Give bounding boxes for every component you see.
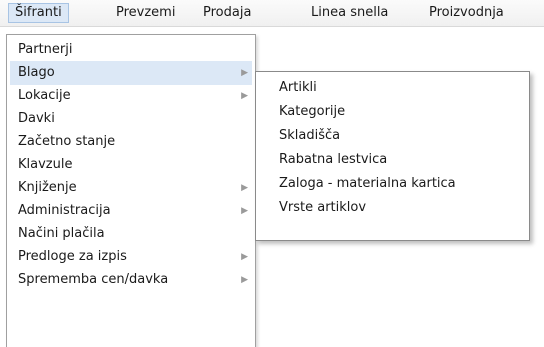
menu-item-nacini-placila[interactable]: Načini plačila xyxy=(10,222,252,246)
menu-prevzemi[interactable]: Prevzemi xyxy=(110,3,181,23)
submenu-item-skladisca[interactable]: Skladišča xyxy=(259,124,526,148)
menu-item-label: Blago xyxy=(18,65,55,80)
menu-item-label: Klavzule xyxy=(18,157,73,172)
menu-item-label: Administracija xyxy=(18,203,111,218)
menu-item-blago[interactable]: Blago ▶ xyxy=(10,61,252,85)
menu-item-davki[interactable]: Davki xyxy=(10,107,252,131)
submenu-arrow-icon: ▶ xyxy=(241,68,248,78)
menu-item-sprememba-cen-davka[interactable]: Sprememba cen/davka ▶ xyxy=(10,268,252,292)
menu-item-label: Začetno stanje xyxy=(18,134,116,149)
menu-item-label: Načini plačila xyxy=(18,226,105,241)
submenu-item-kategorije[interactable]: Kategorije xyxy=(259,100,526,124)
menu-sifranti[interactable]: Šifranti xyxy=(8,3,69,23)
blago-submenu: Artikli Kategorije Skladišča Rabatna les… xyxy=(255,71,530,241)
menu-item-knjizenje[interactable]: Knjiženje ▶ xyxy=(10,176,252,200)
menu-item-label: Knjiženje xyxy=(18,180,77,195)
menu-item-administracija[interactable]: Administracija ▶ xyxy=(10,199,252,223)
menu-item-partnerji[interactable]: Partnerji xyxy=(10,38,252,62)
menu-item-zacetno-stanje[interactable]: Začetno stanje xyxy=(10,130,252,154)
sifranti-dropdown-menu: Partnerji Blago ▶ Lokacije ▶ Davki Začet… xyxy=(6,34,256,347)
menu-bar: Šifranti Prevzemi Prodaja Linea snella P… xyxy=(0,0,544,27)
submenu-item-vrste-artiklov[interactable]: Vrste artiklov xyxy=(259,196,526,220)
menu-prodaja[interactable]: Prodaja xyxy=(197,3,257,23)
submenu-arrow-icon: ▶ xyxy=(241,275,248,285)
submenu-item-rabatna-lestvica[interactable]: Rabatna lestvica xyxy=(259,148,526,172)
menu-item-klavzule[interactable]: Klavzule xyxy=(10,153,252,177)
menu-proizvodnja[interactable]: Proizvodnja xyxy=(423,3,510,23)
submenu-item-artikli[interactable]: Artikli xyxy=(259,76,526,100)
submenu-arrow-icon: ▶ xyxy=(241,183,248,193)
menu-item-label: Predloge za izpis xyxy=(18,249,127,264)
menu-item-label: Lokacije xyxy=(18,88,71,103)
submenu-arrow-icon: ▶ xyxy=(241,206,248,216)
menu-item-label: Sprememba cen/davka xyxy=(18,272,169,287)
submenu-item-zaloga-materialna-kartica[interactable]: Zaloga - materialna kartica xyxy=(259,172,526,196)
menu-linea-snella[interactable]: Linea snella xyxy=(305,3,394,23)
menu-item-predloge-za-izpis[interactable]: Predloge za izpis ▶ xyxy=(10,245,252,269)
submenu-arrow-icon: ▶ xyxy=(241,252,248,262)
menu-item-label: Partnerji xyxy=(18,42,73,57)
menu-item-label: Davki xyxy=(18,111,55,126)
menu-item-lokacije[interactable]: Lokacije ▶ xyxy=(10,84,252,108)
submenu-arrow-icon: ▶ xyxy=(241,91,248,101)
